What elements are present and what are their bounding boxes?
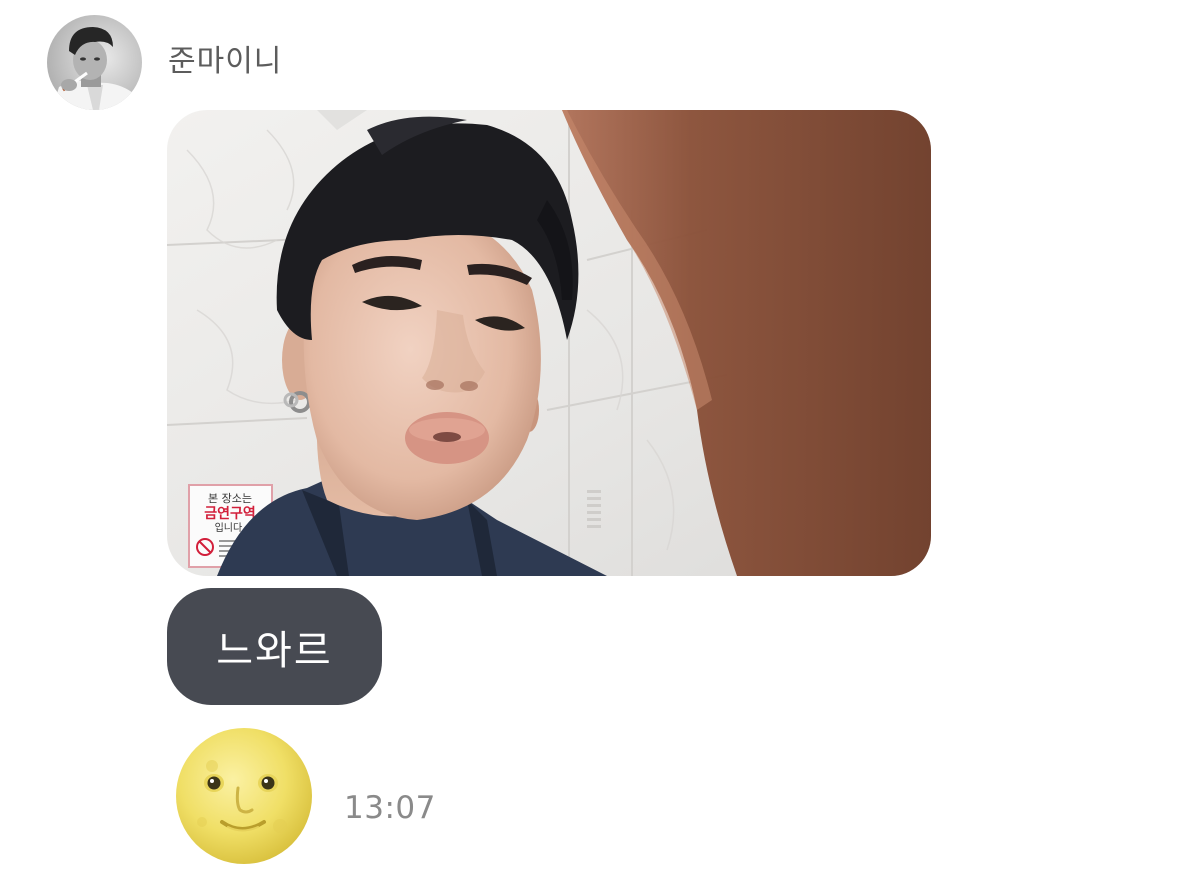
svg-text:금연구역: 금연구역 [204,505,256,522]
svg-text:본 장소는: 본 장소는 [208,492,252,505]
message-timestamp: 13:07 [344,790,436,826]
emoji-message[interactable] [172,726,316,866]
message-text: 느와르 [216,627,333,674]
full-moon-face-emoji-icon [176,728,312,864]
message-bubble[interactable]: 느와르 [167,588,382,705]
avatar[interactable] [47,15,142,110]
sender-name: 준마이니 [168,44,283,79]
profile-photo-icon [47,15,142,110]
selfie-photo-icon: 본 장소는 금연구역 입니다. [167,110,931,576]
photo-message[interactable]: 본 장소는 금연구역 입니다. [167,110,931,576]
chat-message-group: 준마이니 본 장소는 금연구역 입니다. 느와르 13:07 [0,0,1200,878]
